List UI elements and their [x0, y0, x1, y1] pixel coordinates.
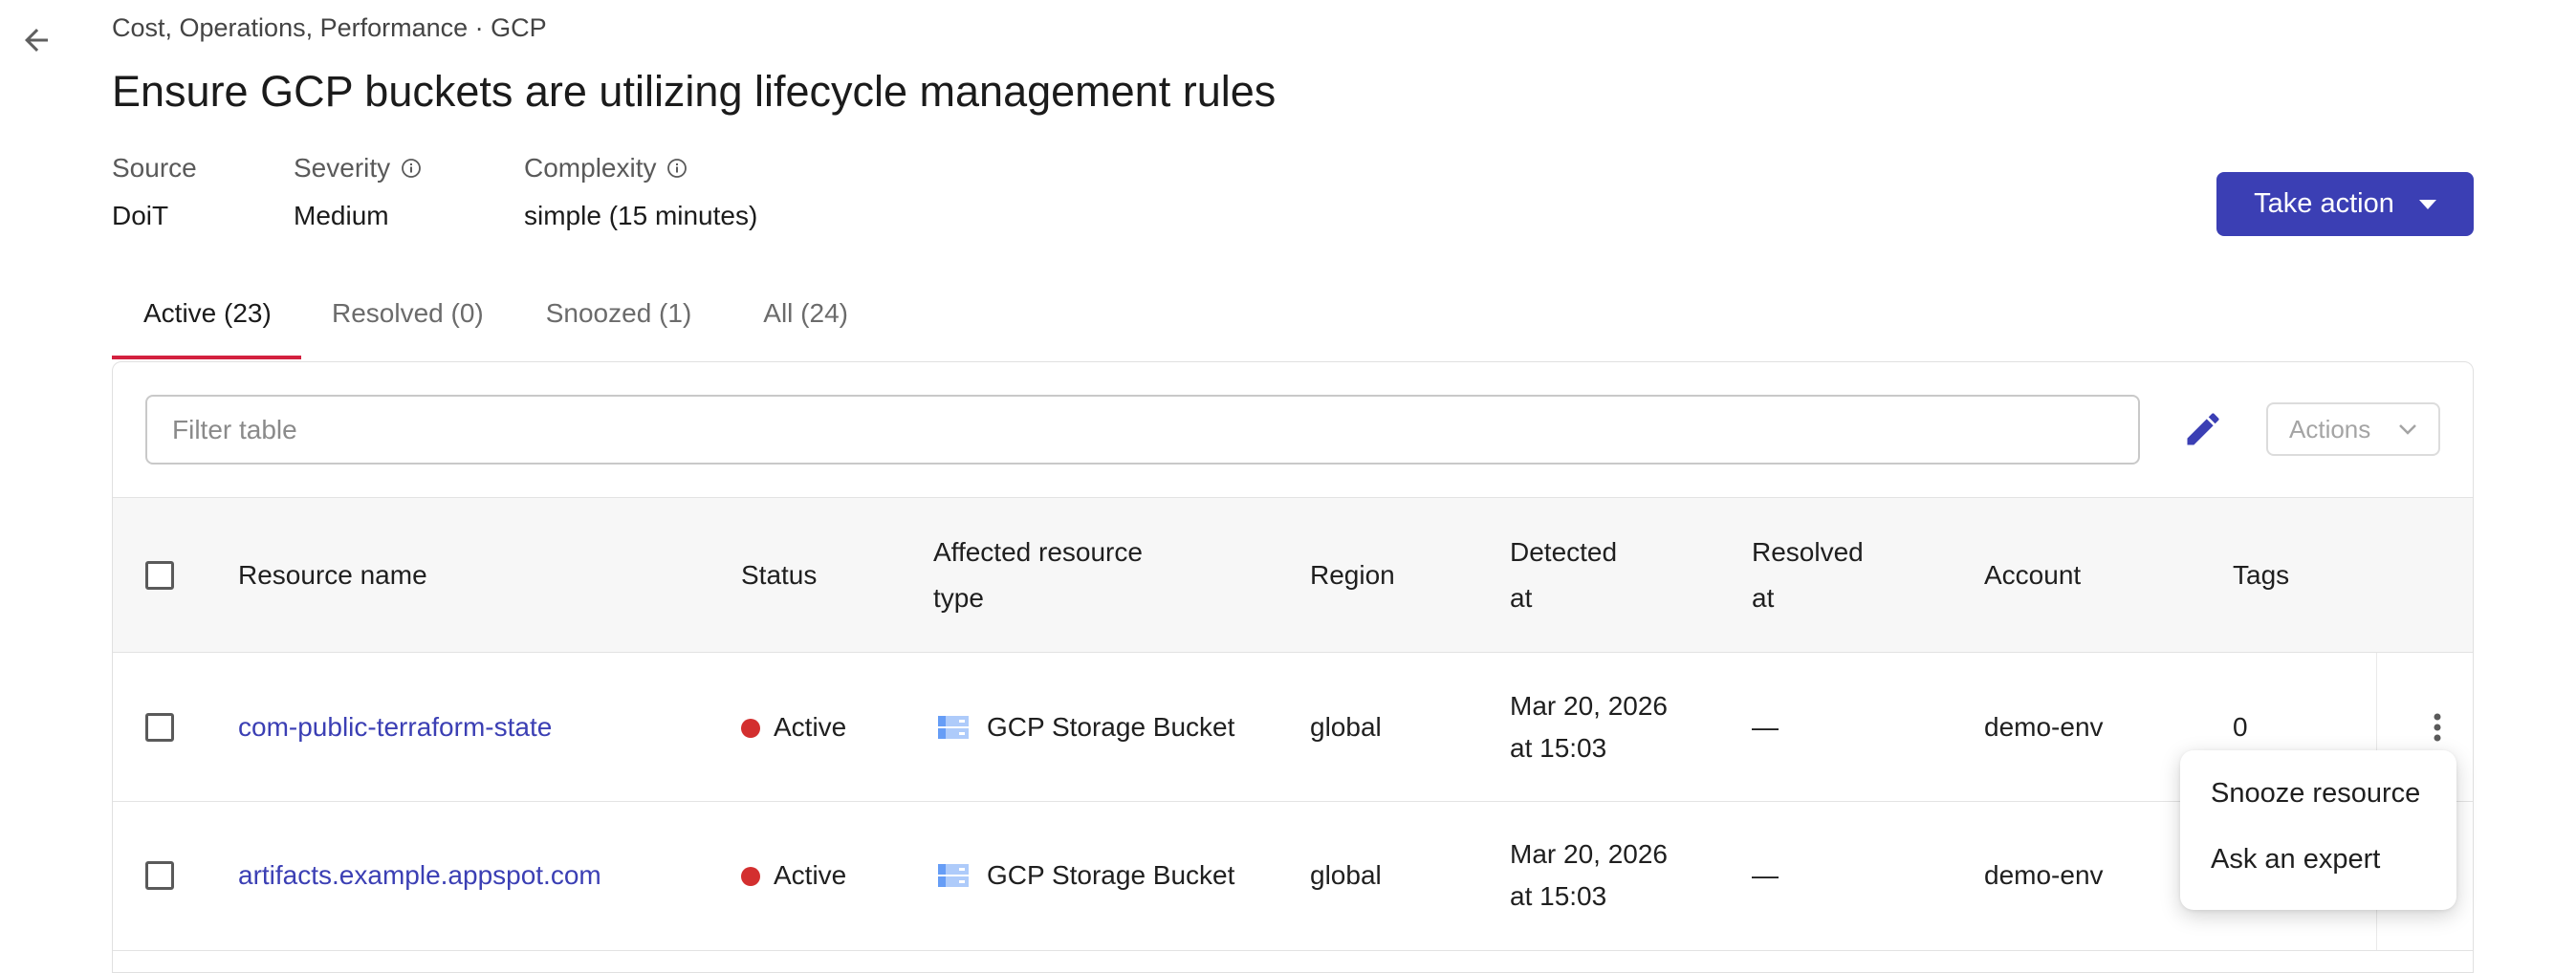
region-cell: global [1310, 860, 1382, 890]
detected-at-cell: Mar 20, 2026 at 15:03 [1510, 691, 1668, 763]
region-cell: global [1310, 712, 1382, 742]
resolved-at-cell: — [1752, 860, 1779, 890]
take-action-button[interactable]: Take action [2216, 172, 2474, 236]
col-status[interactable]: Status [741, 552, 817, 598]
ask-an-expert-menu-item[interactable]: Ask an expert [2211, 844, 2380, 876]
breadcrumb: Cost, Operations, Performance · GCP [112, 13, 547, 42]
source-value: DoiT [112, 201, 169, 230]
severity-value: Medium [294, 201, 389, 230]
meta-severity: Severity Medium [294, 153, 423, 231]
row-checkbox[interactable] [145, 861, 174, 890]
actions-label: Actions [2289, 414, 2371, 443]
meta-complexity: Complexity simple (15 minutes) [524, 153, 757, 231]
row-context-menu: Snooze resource Ask an expert [2180, 750, 2456, 910]
back-button[interactable] [13, 17, 59, 63]
edit-button[interactable] [2178, 404, 2228, 454]
row-menu-button[interactable] [2423, 706, 2452, 748]
tab-snoozed[interactable]: Snoozed (1) [546, 287, 692, 359]
table-header: Resource name Status Affected resource t… [113, 497, 2473, 653]
tab-all[interactable]: All (24) [763, 287, 848, 359]
col-affected-type[interactable]: Affected resource type [933, 530, 1143, 621]
status-dot-icon [741, 867, 760, 886]
status-dot-icon [741, 719, 760, 738]
table-row: com-public-terraform-state Active GCP St… [113, 653, 2473, 802]
status-cell: Active [741, 706, 846, 748]
source-label: Source [112, 153, 197, 183]
account-cell: demo-env [1984, 860, 2104, 890]
complexity-label: Complexity [524, 153, 657, 183]
snooze-resource-menu-item[interactable]: Snooze resource [2211, 778, 2420, 810]
tab-active[interactable]: Active (23) [112, 287, 301, 359]
account-cell: demo-env [1984, 712, 2104, 742]
info-icon[interactable] [666, 157, 688, 180]
meta-source: Source DoiT [112, 153, 197, 231]
detected-at-cell: Mar 20, 2026 at 15:03 [1510, 839, 1668, 911]
actions-dropdown[interactable]: Actions [2266, 402, 2440, 456]
chevron-down-icon [2399, 424, 2416, 435]
select-all-checkbox[interactable] [145, 561, 174, 590]
status-cell: Active [741, 854, 846, 897]
col-resolved-at[interactable]: Resolved at [1752, 530, 1864, 621]
resource-type-cell: GCP Storage Bucket [937, 706, 1234, 748]
info-icon[interactable] [400, 157, 423, 180]
storage-bucket-icon [938, 716, 969, 739]
resources-table-panel: Actions Resource name Status Affected re… [112, 361, 2474, 973]
table-row: artifacts.example.appspot.com Active GCP… [113, 802, 2473, 951]
severity-label: Severity [294, 153, 391, 183]
page-title: Ensure GCP buckets are utilizing lifecyc… [112, 67, 1277, 116]
resolved-at-cell: — [1752, 712, 1779, 742]
complexity-value: simple (15 minutes) [524, 201, 758, 230]
col-tags[interactable]: Tags [2233, 552, 2289, 598]
col-resource-name[interactable]: Resource name [238, 552, 427, 598]
filter-table-input[interactable] [145, 395, 2140, 465]
tags-cell: 0 [2233, 712, 2248, 742]
take-action-label: Take action [2254, 188, 2394, 219]
row-checkbox[interactable] [145, 713, 174, 742]
arrow-left-icon [25, 29, 48, 52]
resource-name-link[interactable]: artifacts.example.appspot.com [238, 854, 601, 897]
resource-name-link[interactable]: com-public-terraform-state [238, 706, 552, 748]
resource-type-cell: GCP Storage Bucket [937, 854, 1234, 897]
storage-bucket-icon [938, 864, 969, 887]
col-region[interactable]: Region [1310, 552, 1395, 598]
more-vert-icon [2434, 713, 2441, 742]
pencil-icon [2187, 413, 2219, 445]
tab-bar: Active (23) Resolved (0) Snoozed (1) All… [112, 287, 848, 359]
col-detected-at[interactable]: Detected at [1510, 530, 1617, 621]
tab-resolved[interactable]: Resolved (0) [332, 287, 484, 359]
col-account[interactable]: Account [1984, 552, 2081, 598]
caret-down-icon [2418, 199, 2436, 209]
